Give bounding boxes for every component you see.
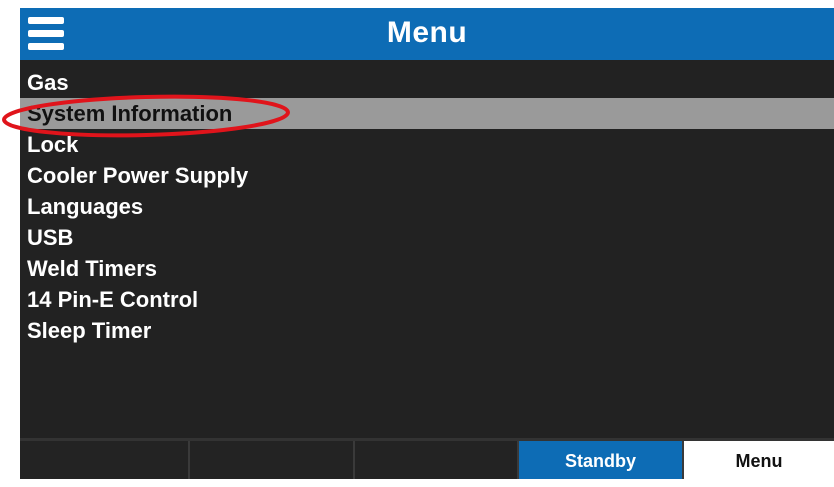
hamburger-line xyxy=(28,30,64,37)
header-bar: Menu xyxy=(20,8,834,60)
device-screen: Menu Gas System Information Lock Cooler … xyxy=(20,8,834,479)
menu-list: Gas System Information Lock Cooler Power… xyxy=(20,67,834,346)
softkey-1-button[interactable] xyxy=(20,441,190,479)
menu-button[interactable]: Menu xyxy=(684,441,834,479)
page-title: Menu xyxy=(386,16,468,49)
menu-item-usb[interactable]: USB xyxy=(20,222,834,253)
hamburger-line xyxy=(28,17,64,24)
softkey-2-button[interactable] xyxy=(190,441,355,479)
menu-item-sleep-timer[interactable]: Sleep Timer xyxy=(20,315,834,346)
hamburger-menu-icon[interactable] xyxy=(28,14,64,54)
menu-item-cooler-power-supply[interactable]: Cooler Power Supply xyxy=(20,160,834,191)
menu-item-system-information[interactable]: System Information xyxy=(20,98,834,129)
softkey-3-button[interactable] xyxy=(355,441,519,479)
menu-item-weld-timers[interactable]: Weld Timers xyxy=(20,253,834,284)
hamburger-line xyxy=(28,43,64,50)
menu-item-gas[interactable]: Gas xyxy=(20,67,834,98)
standby-button[interactable]: Standby xyxy=(519,441,684,479)
menu-item-languages[interactable]: Languages xyxy=(20,191,834,222)
footer-softkey-bar: Standby Menu xyxy=(20,438,834,479)
menu-item-lock[interactable]: Lock xyxy=(20,129,834,160)
menu-item-14-pin-e-control[interactable]: 14 Pin-E Control xyxy=(20,284,834,315)
